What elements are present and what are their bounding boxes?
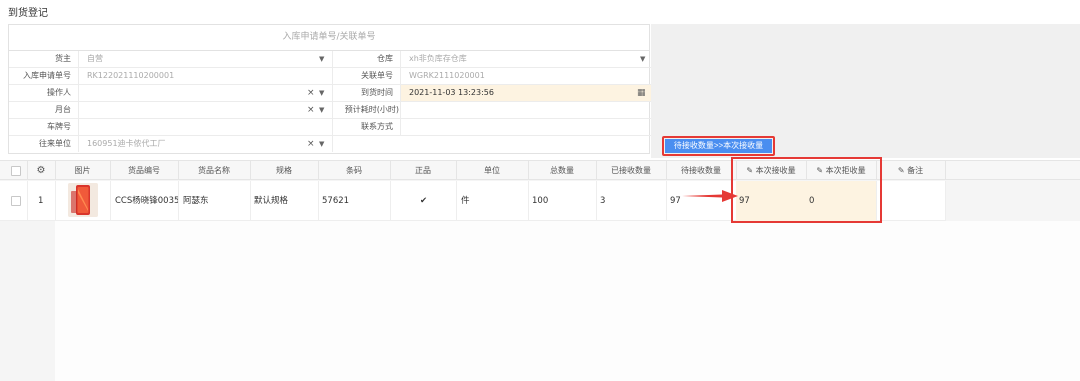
warehouse-select[interactable]: xh非负库存仓库	[401, 51, 651, 67]
col-name: 货品名称	[198, 166, 230, 175]
arrival-time-label: 到货时间	[361, 88, 393, 97]
col-image: 图片	[74, 166, 91, 175]
page-title: 到货登记	[8, 8, 48, 19]
col-spec: 规格	[276, 166, 292, 175]
plate-input[interactable]	[79, 119, 332, 135]
platform-label: 月台	[55, 105, 71, 114]
apply-no-label: 入库申请单号	[23, 71, 71, 80]
rel-no-label: 关联单号	[361, 71, 393, 80]
arrival-form: 入库申请单号/关联单号 货主 自营 ▼ 仓库 xh非负库存仓库 ▼ 入库申请单号…	[8, 24, 651, 154]
table-header: ⚙ 图片 货品编号 货品名称 规格 条码 正品 单位 总数量 已接收数量 待接收…	[0, 161, 1080, 180]
clear-icon[interactable]: ×	[307, 102, 315, 118]
row-checkbox[interactable]	[11, 196, 21, 206]
row-barcode: 57621	[322, 196, 350, 206]
row-spec: 默认规格	[254, 196, 289, 206]
col-remark: ✎ 备注	[897, 166, 924, 175]
form-row-apply-no: 入库申请单号 RK122021110200001 关联单号 WGRK211102…	[9, 68, 651, 85]
chevron-down-icon[interactable]: ▼	[319, 51, 324, 67]
fill-receive-qty-button[interactable]: 待接收数量>>本次接收量	[665, 139, 772, 153]
order-number-search[interactable]: 入库申请单号/关联单号	[9, 25, 649, 51]
select-all-checkbox[interactable]	[11, 166, 21, 176]
transfer-button-highlight: 待接收数量>>本次接收量	[662, 136, 775, 156]
contact-input[interactable]	[401, 119, 651, 135]
goods-table: ⚙ 图片 货品编号 货品名称 规格 条码 正品 单位 总数量 已接收数量 待接收…	[0, 160, 1080, 381]
product-image	[68, 183, 98, 217]
edit-icon: ✎	[897, 166, 905, 175]
rel-no-value: WGRK2111020001	[409, 71, 485, 80]
row-name: 阿瑟东	[183, 196, 209, 206]
operator-label: 操作人	[47, 88, 71, 97]
chevron-down-icon[interactable]: ▼	[319, 102, 324, 118]
partner-select[interactable]: 160951迪卡侬代工厂	[79, 136, 309, 152]
check-icon: ✔	[420, 196, 428, 206]
chevron-down-icon[interactable]: ▼	[640, 51, 645, 67]
clear-icon[interactable]: ×	[307, 136, 315, 152]
operator-select[interactable]	[79, 85, 309, 101]
gear-icon[interactable]: ⚙	[27, 161, 55, 180]
col-received: 已接收数量	[611, 166, 651, 175]
platform-select[interactable]	[79, 102, 309, 118]
form-row-owner: 货主 自营 ▼ 仓库 xh非负库存仓库 ▼	[9, 51, 651, 68]
row-unit: 件	[461, 196, 470, 206]
clear-icon[interactable]: ×	[307, 85, 315, 101]
contact-label: 联系方式	[361, 122, 393, 131]
row-remark-input[interactable]	[876, 181, 945, 221]
calendar-icon[interactable]: ▦	[637, 85, 646, 101]
row-pending: 97	[670, 196, 681, 206]
form-row-platform: 月台 × ▼ 预计耗时(小时)	[9, 102, 651, 119]
row-sku: CCS杨晓锋0035	[115, 196, 180, 206]
est-hours-label: 预计耗时(小时)	[344, 105, 399, 114]
row-total: 100	[532, 196, 549, 206]
chevron-down-icon[interactable]: ▼	[319, 136, 324, 152]
arrival-time-input[interactable]: 2021-11-03 13:23:56	[401, 85, 651, 101]
warehouse-label: 仓库	[377, 54, 393, 63]
col-barcode: 条码	[346, 166, 362, 175]
partner-label: 往来单位	[39, 139, 71, 148]
plate-label: 车牌号	[47, 122, 71, 131]
owner-label: 货主	[55, 54, 71, 63]
apply-no-value: RK122021110200001	[87, 71, 175, 80]
est-hours-input[interactable]	[401, 102, 651, 118]
chevron-down-icon[interactable]: ▼	[319, 85, 324, 101]
form-row-operator: 操作人 × ▼ 到货时间 2021-11-03 13:23:56 ▦	[9, 85, 651, 102]
owner-select[interactable]: 自营	[79, 51, 329, 67]
highlight-box	[731, 157, 882, 223]
row-received: 3	[600, 196, 606, 206]
form-row-plate: 车牌号 联系方式	[9, 119, 651, 136]
col-total: 总数量	[550, 166, 574, 175]
form-row-partner: 往来单位 160951迪卡侬代工厂 × ▼	[9, 136, 651, 153]
col-sku: 货品编号	[128, 166, 160, 175]
col-pending: 待接收数量	[681, 166, 721, 175]
col-genuine: 正品	[415, 166, 431, 175]
col-unit: 单位	[484, 166, 500, 175]
row-index: 1	[38, 196, 44, 206]
